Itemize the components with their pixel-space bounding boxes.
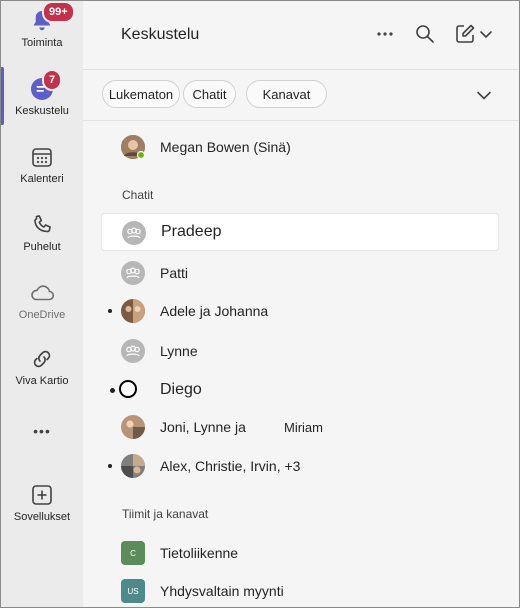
teams-window: 99+ Toiminta 7 Keskustelu Kalenteri Puhe…: [0, 0, 520, 608]
group-avatar-icon: [121, 339, 145, 363]
panel-header: Keskustelu: [83, 1, 519, 70]
rail-calendar-label: Kalenteri: [20, 173, 64, 185]
chat-badge: 7: [42, 69, 63, 91]
team-name: Tietoliikenne: [160, 545, 239, 561]
rail-activity-label: Toiminta: [21, 37, 63, 49]
unread-dot: [110, 388, 115, 393]
chat-name: Patti: [160, 265, 189, 281]
chat-row-patti[interactable]: Patti: [101, 254, 499, 292]
unread-dot: [108, 464, 112, 468]
chat-name-extra: Miriam: [284, 419, 323, 435]
app-rail: 99+ Toiminta 7 Keskustelu Kalenteri Puhe…: [1, 1, 83, 607]
group-avatar-icon: [121, 261, 145, 285]
calendar-icon: [28, 143, 56, 171]
chat-name: Pradeep: [161, 223, 222, 240]
add-app-icon: [28, 481, 56, 509]
chat-row-adele-johanna[interactable]: Adele ja Johanna: [101, 292, 499, 330]
self-chat-row[interactable]: Megan Bowen (Sinä): [101, 128, 499, 166]
avatar: [121, 415, 145, 439]
chevron-down-icon: [477, 91, 491, 100]
rail-viva-label: Viva Kartio: [15, 375, 69, 387]
rail-calendar[interactable]: Kalenteri: [1, 143, 83, 185]
team-avatar: US: [121, 579, 145, 603]
rail-apps-label: Sovellukset: [13, 511, 71, 523]
phone-icon: [28, 211, 56, 239]
avatar: [121, 135, 145, 159]
chevron-down-icon: [479, 31, 492, 39]
search-button[interactable]: [412, 21, 438, 47]
chat-list-panel: Keskustelu Lukematon Chatit Kanavat Mega…: [83, 1, 519, 607]
chat-name: Alex, Christie, Irvin, +3: [160, 458, 301, 474]
self-name: Megan Bowen (Sinä): [160, 139, 291, 155]
filter-chats[interactable]: Chatit: [183, 80, 236, 108]
expand-filters-button[interactable]: [471, 82, 497, 108]
chat-name: Lynne: [160, 343, 198, 359]
rail-activity[interactable]: 99+ Toiminta: [1, 1, 83, 49]
rail-calls-label: Puhelut: [23, 241, 61, 253]
search-icon: [416, 25, 434, 43]
rail-calls[interactable]: Puhelut: [1, 211, 83, 253]
filter-channels[interactable]: Kanavat: [246, 80, 327, 108]
cloud-icon: [28, 279, 56, 307]
rail-onedrive-label: OneDrive: [18, 309, 66, 321]
rail-chat-label: Keskustelu: [15, 105, 69, 117]
avatar: [121, 299, 145, 323]
group-avatar-icon: [122, 221, 146, 245]
team-avatar: C: [121, 541, 145, 565]
link-icon: [28, 345, 56, 373]
chat-row-pradeep[interactable]: Pradeep: [101, 213, 499, 251]
chat-row-diego[interactable]: Diego: [101, 371, 499, 409]
teams-section-label: Tiimit ja kanavat: [122, 507, 209, 521]
rail-onedrive[interactable]: OneDrive: [1, 279, 83, 321]
chat-row-alex-group[interactable]: Alex, Christie, Irvin, +3: [101, 447, 499, 485]
filter-unread[interactable]: Lukematon: [102, 80, 180, 108]
chat-row-lynne[interactable]: Lynne: [101, 332, 499, 370]
avatar: [119, 380, 137, 398]
chat-row-joni-lynne-miriam[interactable]: Joni, Lynne ja Miriam: [101, 408, 499, 446]
chat-icon: 7: [28, 69, 63, 103]
rail-viva[interactable]: Viva Kartio: [1, 345, 83, 387]
chats-section-label: Chatit: [122, 188, 154, 202]
team-row-tietoliikenne[interactable]: C Tietoliikenne: [101, 534, 499, 572]
rail-chat[interactable]: 7 Keskustelu: [1, 69, 83, 117]
ellipsis-icon: [377, 32, 393, 36]
more-options-button[interactable]: [373, 21, 397, 47]
unread-dot: [108, 309, 112, 313]
chat-name: Diego: [160, 381, 202, 398]
bell-icon: 99+: [28, 1, 75, 35]
rail-apps[interactable]: Sovellukset: [1, 481, 83, 523]
team-name: Yhdysvaltain myynti: [160, 583, 284, 599]
filter-bar: Lukematon Chatit Kanavat: [83, 70, 519, 121]
chat-name: Joni, Lynne ja: [160, 419, 246, 435]
new-chat-button[interactable]: [451, 21, 495, 47]
team-row-us-sales[interactable]: US Yhdysvaltain myynti: [101, 572, 499, 607]
chat-name: Adele ja Johanna: [160, 303, 269, 319]
more-icon: •••: [33, 423, 51, 439]
compose-icon: [455, 24, 474, 43]
activity-badge: 99+: [42, 1, 75, 23]
page-title: Keskustelu: [121, 26, 200, 43]
more-apps-button[interactable]: •••: [1, 421, 83, 439]
avatar: [121, 454, 145, 478]
